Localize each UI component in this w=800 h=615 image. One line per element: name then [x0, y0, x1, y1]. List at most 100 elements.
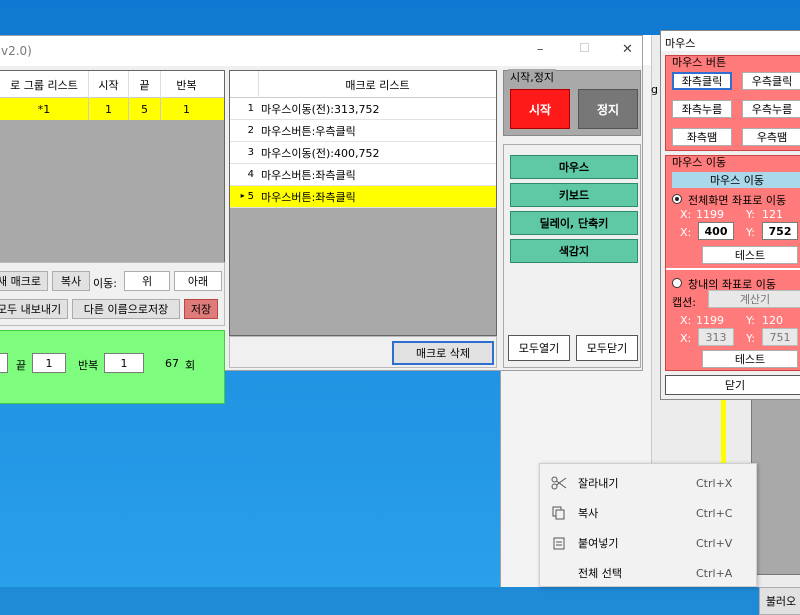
title-bar: v2.0) – ☐ ✕: [0, 36, 642, 66]
close-icon[interactable]: ✕: [622, 42, 633, 57]
context-menu: 잘라내기 Ctrl+X 복사 Ctrl+C 붙여넣기 Ctrl+V 전체 선택 …: [539, 463, 757, 587]
macro-row[interactable]: 4 마우스버튼:좌측클릭: [230, 164, 496, 186]
group-col-repeat: 반복: [160, 71, 212, 98]
win-x-current: 1199: [696, 314, 724, 327]
right-press-button[interactable]: 우측누름: [742, 100, 800, 118]
group-row[interactable]: *1 1 5 1: [0, 98, 224, 120]
macro-row-selected[interactable]: ▸ 5 마우스버튼:좌측클릭: [230, 186, 496, 208]
radio-full-screen[interactable]: [672, 194, 682, 204]
delete-macro-button[interactable]: 매크로 삭제: [392, 341, 494, 365]
win-y-input[interactable]: 751: [762, 328, 798, 346]
mouse-close-button[interactable]: 닫기: [665, 375, 800, 395]
mouse-move-group-label: 마우스 이동: [672, 156, 727, 169]
mouse-window-title: 마우스: [665, 37, 696, 50]
macro-list-header: 매크로 리스트: [258, 71, 496, 98]
category-keyboard-button[interactable]: 키보드: [510, 183, 638, 207]
move-label: 이동:: [93, 277, 117, 290]
count-unit: 회: [185, 359, 196, 372]
macro-row[interactable]: 1 마우스이동(전):313,752: [230, 98, 496, 120]
startstop-panel: 시작,정지 시작 정지: [503, 69, 641, 136]
full-x-input[interactable]: 400: [698, 222, 734, 240]
left-press-button[interactable]: 좌측누름: [672, 100, 732, 118]
background-text-g: g: [651, 83, 658, 96]
radio-window[interactable]: [672, 278, 682, 288]
expand-all-button[interactable]: 모두열기: [508, 335, 570, 361]
full-y-current: 121: [762, 208, 783, 221]
right-click-button[interactable]: 우측클릭: [742, 72, 800, 90]
category-mouse-button[interactable]: 마우스: [510, 155, 638, 179]
count-value: 67: [165, 357, 179, 370]
win-y-input-label: Y:: [746, 332, 755, 345]
macro-footer: 매크로 삭제: [229, 336, 497, 368]
startstop-label: 시작,정지: [508, 69, 556, 85]
menu-item-paste[interactable]: 붙여넣기 Ctrl+V: [540, 528, 758, 558]
group-row-name: *1: [37, 102, 51, 116]
save-button[interactable]: 저장: [184, 299, 218, 319]
window-title: v2.0): [1, 44, 32, 58]
caption-input[interactable]: 계산기: [708, 290, 800, 308]
stop-button[interactable]: 정지: [578, 89, 638, 129]
mouse-window: 마우스 마우스 버튼 좌측클릭 우측클릭 좌측누름 우측누름 좌측땜 우측땜 마…: [660, 30, 800, 400]
move-down-button[interactable]: 아래: [174, 271, 222, 291]
mouse-button-group: 마우스 버튼 좌측클릭 우측클릭 좌측누름 우측누름 좌측땜 우측땜: [665, 55, 800, 151]
move-up-button[interactable]: 위: [124, 271, 170, 291]
group-controls: 새 매크로 복사 이동: 위 아래 모두 내보내기 다른 이름으로저장 저장: [0, 262, 225, 326]
new-macro-button[interactable]: 새 매크로: [0, 271, 48, 291]
test-button-window[interactable]: 테스트: [702, 350, 798, 368]
full-x-label: X:: [680, 208, 692, 221]
win-x-input-label: X:: [680, 332, 692, 345]
group-col-name: 로 그룹 리스트: [10, 78, 78, 92]
start-input[interactable]: [0, 353, 8, 373]
caption-label: 캡션:: [672, 296, 696, 309]
left-click-button[interactable]: 좌측클릭: [672, 72, 732, 90]
mouse-move-header: 마우스 이동: [672, 172, 800, 188]
category-panel: 마우스 키보드 딜레이, 단축키 색감지 모두열기 모두닫기: [503, 144, 641, 368]
menu-item-cut[interactable]: 잘라내기 Ctrl+X: [540, 468, 758, 498]
start-button[interactable]: 시작: [510, 89, 570, 129]
copy-button[interactable]: 복사: [52, 271, 90, 291]
copy-icon: [540, 506, 578, 520]
paste-icon: [540, 536, 578, 550]
main-window: v2.0) – ☐ ✕ 로 그룹 리스트 시작 끝 반복 *1 1 5 1 새 …: [0, 35, 643, 404]
row-pointer-icon: ▸: [240, 191, 245, 200]
group-col-start: 시작: [88, 71, 128, 98]
test-button-full[interactable]: 테스트: [702, 246, 798, 264]
collapse-all-button[interactable]: 모두닫기: [576, 335, 638, 361]
export-all-button[interactable]: 모두 내보내기: [0, 299, 68, 319]
radio-full-screen-label: 전체화면 좌표로 이동: [688, 194, 787, 207]
category-color-button[interactable]: 색감지: [510, 239, 638, 263]
full-x-input-label: X:: [680, 226, 692, 239]
full-x-current: 1199: [696, 208, 724, 221]
end-label: 끝: [16, 359, 27, 372]
full-y-input-label: Y:: [746, 226, 755, 239]
background-grid: [751, 395, 800, 575]
save-as-button[interactable]: 다른 이름으로저장: [72, 299, 180, 319]
mouse-button-group-label: 마우스 버튼: [672, 56, 727, 69]
left-release-button[interactable]: 좌측땜: [672, 128, 732, 146]
macro-list[interactable]: 매크로 리스트 1 마우스이동(전):313,752 2 마우스버튼:우측클릭 3마…: [229, 70, 497, 336]
group-col-end: 끝: [128, 71, 160, 98]
right-release-button[interactable]: 우측땜: [742, 128, 800, 146]
mouse-move-group: 마우스 이동 마우스 이동 전체화면 좌표로 이동 X: 1199 Y: 121…: [665, 155, 800, 371]
win-x-input[interactable]: 313: [698, 328, 734, 346]
scissors-icon: [540, 476, 578, 490]
end-input[interactable]: 1: [32, 353, 66, 373]
load-button[interactable]: 불러오: [759, 587, 800, 615]
macro-row[interactable]: 3 마우스이동(전):400,752: [230, 142, 496, 164]
group-row-start: 1: [88, 98, 128, 120]
win-y-current: 120: [762, 314, 783, 327]
group-row-repeat: 1: [160, 98, 212, 120]
category-delay-button[interactable]: 딜레이, 단축키: [510, 211, 638, 235]
group-row-end: 5: [128, 98, 160, 120]
full-y-input[interactable]: 752: [762, 222, 798, 240]
mouse-title-bar: 마우스: [661, 31, 800, 51]
repeat-panel: 끝 1 반복 1 67 회: [0, 330, 225, 404]
win-x-label: X:: [680, 314, 692, 327]
repeat-label: 반복: [78, 359, 99, 372]
minimize-icon[interactable]: –: [537, 42, 544, 57]
repeat-input[interactable]: 1: [104, 353, 144, 373]
macro-row[interactable]: 2 마우스버튼:우측클릭: [230, 120, 496, 142]
menu-item-select-all[interactable]: 전체 선택 Ctrl+A: [540, 558, 758, 588]
maximize-icon[interactable]: ☐: [579, 41, 590, 55]
menu-item-copy[interactable]: 복사 Ctrl+C: [540, 498, 758, 528]
